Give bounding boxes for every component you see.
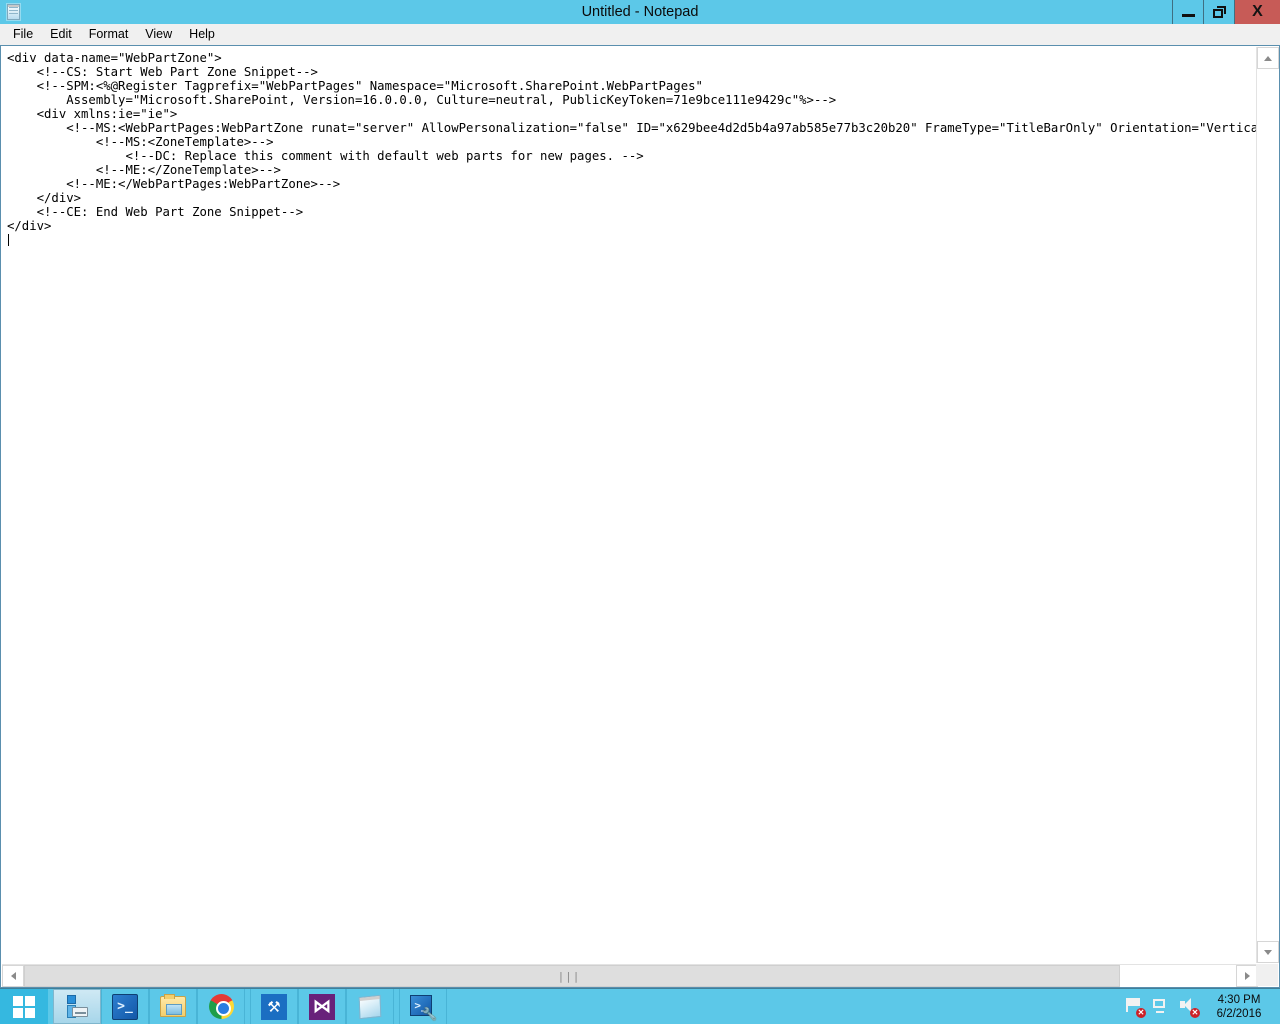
vs-tools-icon: ⚒ [261,993,287,1020]
windows-logo-icon [13,995,35,1018]
server-manager-icon [65,994,89,1019]
scroll-grip-icon: ||| [557,969,581,983]
scroll-left-button[interactable] [2,965,24,987]
menu-item-help[interactable]: Help [181,25,224,44]
taskbar-item-file-explorer[interactable] [149,989,197,1024]
flag-error-badge: ✕ [1136,1007,1146,1018]
chrome-icon [208,994,234,1019]
restore-icon [1212,6,1226,18]
text-caret [8,234,9,246]
chevron-up-icon [1264,55,1272,61]
volume-icon[interactable]: ✕ [1180,997,1200,1018]
taskbar-item-notepad[interactable] [346,989,394,1024]
minimize-button[interactable] [1172,0,1203,24]
scroll-down-button[interactable] [1257,941,1279,963]
system-tray: ✕ ✕ 4:30 PM 6/2/2016 [1120,989,1280,1024]
powershell-ise-icon: >_ 🔧 [410,994,437,1021]
powershell-icon: >_ [112,993,138,1020]
vertical-scrollbar[interactable] [1256,47,1279,963]
clock[interactable]: 4:30 PM 6/2/2016 [1208,993,1274,1021]
volume-muted-badge: ✕ [1190,1007,1200,1018]
visual-studio-icon: ⋈ [309,993,335,1020]
tray-icon-group: ✕ ✕ [1120,997,1208,1018]
menu-item-format[interactable]: Format [81,25,138,44]
editor-frame: <div data-name="WebPartZone"> <!--CS: St… [0,45,1280,988]
chevron-right-icon [1244,972,1250,980]
menu-item-file[interactable]: File [5,25,42,44]
scrollbar-corner [1256,964,1278,986]
notepad-icon [0,0,26,24]
action-center-flag-icon[interactable]: ✕ [1126,997,1146,1018]
taskbar-item-server-manager[interactable] [53,989,101,1024]
editor-text[interactable]: <div data-name="WebPartZone"> <!--CS: St… [2,47,1258,247]
close-icon: X [1252,3,1263,20]
taskbar-item-windows-powershell[interactable]: >_ [101,989,149,1024]
clock-date: 6/2/2016 [1216,1007,1262,1020]
chevron-left-icon [10,972,16,980]
taskbar-item-powershell-ise[interactable]: >_ 🔧 [399,989,447,1024]
clock-time: 4:30 PM [1217,993,1261,1006]
desktop: Untitled - Notepad X File Edit Format Vi… [0,0,1280,1024]
window-title: Untitled - Notepad [581,4,699,20]
scroll-right-button[interactable] [1236,965,1258,987]
close-button[interactable]: X [1234,0,1280,24]
notepad-taskbar-icon [358,994,382,1019]
file-explorer-icon [160,994,186,1017]
start-button[interactable] [0,989,48,1024]
network-icon[interactable] [1153,998,1171,1016]
window-client-area: <div data-name="WebPartZone"> <!--CS: St… [0,45,1280,988]
text-edit-area[interactable]: <div data-name="WebPartZone"> <!--CS: St… [2,47,1258,963]
taskbar-item-google-chrome[interactable] [197,989,245,1024]
window-controls: X [1172,0,1280,24]
menu-bar: File Edit Format View Help [0,24,1280,45]
notepad-window: Untitled - Notepad X File Edit Format Vi… [0,0,1280,988]
window-titlebar[interactable]: Untitled - Notepad X [0,0,1280,24]
menu-item-view[interactable]: View [137,25,181,44]
minimize-icon [1181,13,1195,17]
scroll-up-button[interactable] [1257,47,1279,69]
menu-item-edit[interactable]: Edit [42,25,81,44]
taskbar-item-visual-studio-tools[interactable]: ⚒ [250,989,298,1024]
taskbar: >_ ⚒ ⋈ >_ 🔧 ✕ ✕ 4:30 PM 6/2/2016 [0,988,1280,1024]
taskbar-item-visual-studio[interactable]: ⋈ [298,989,346,1024]
horizontal-scrollbar[interactable]: ||| [2,964,1258,987]
restore-button[interactable] [1203,0,1234,24]
chevron-down-icon [1264,949,1272,955]
horizontal-scroll-thumb[interactable]: ||| [24,965,1120,987]
